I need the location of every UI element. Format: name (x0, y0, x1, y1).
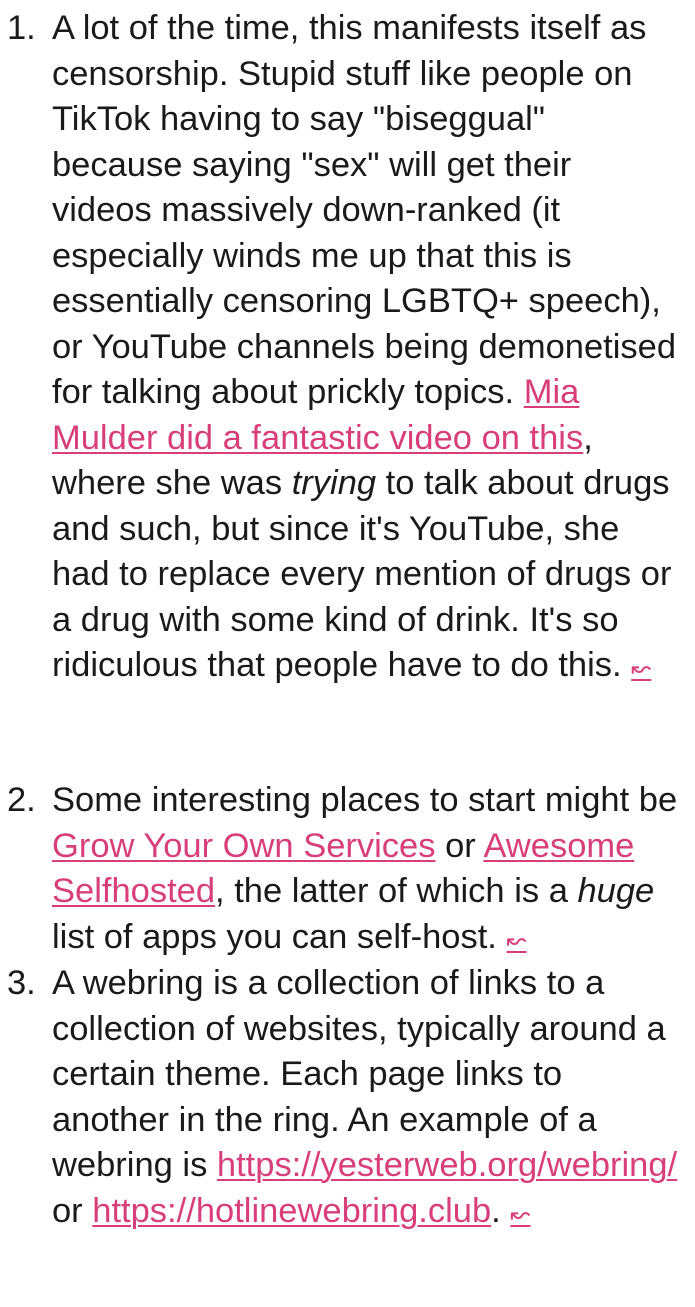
footnote-emphasis: trying (291, 464, 377, 502)
footnote-text: or (435, 826, 484, 865)
footnote-number: 2. (7, 781, 36, 819)
hotlinewebring-link[interactable]: https://hotlinewebring.club (92, 1192, 491, 1230)
footnote-text: list of apps you can self-host. (52, 917, 507, 956)
footnote-backref-icon[interactable]: ↜ (631, 655, 651, 682)
footnote-text: . (491, 1191, 511, 1230)
grow-your-own-services-link[interactable]: Grow Your Own Services (52, 827, 436, 865)
footnote-backref-icon[interactable]: ↜ (510, 1201, 530, 1228)
footnote-text: , the latter of which is a (215, 872, 578, 910)
footnote-text: Some interesting places to start might b… (52, 781, 678, 819)
footnote-1: 1. A lot of the time, this manifests its… (0, 6, 680, 692)
footnote-number: 3. (7, 964, 36, 1002)
footnote-emphasis: huge (577, 872, 655, 910)
footnote-text: A lot of the time, this manifests itself… (52, 9, 677, 411)
footnote-number: 1. (7, 9, 36, 47)
footnote-text: or (52, 1191, 93, 1230)
footnote-backref-icon[interactable]: ↜ (506, 927, 526, 954)
yesterweb-webring-link[interactable]: https://yesterweb.org/webring/ (217, 1146, 677, 1184)
footnote-2: 2. Some interesting places to start migh… (0, 778, 680, 963)
footnote-3: 3. A webring is a collection of links to… (0, 961, 680, 1237)
